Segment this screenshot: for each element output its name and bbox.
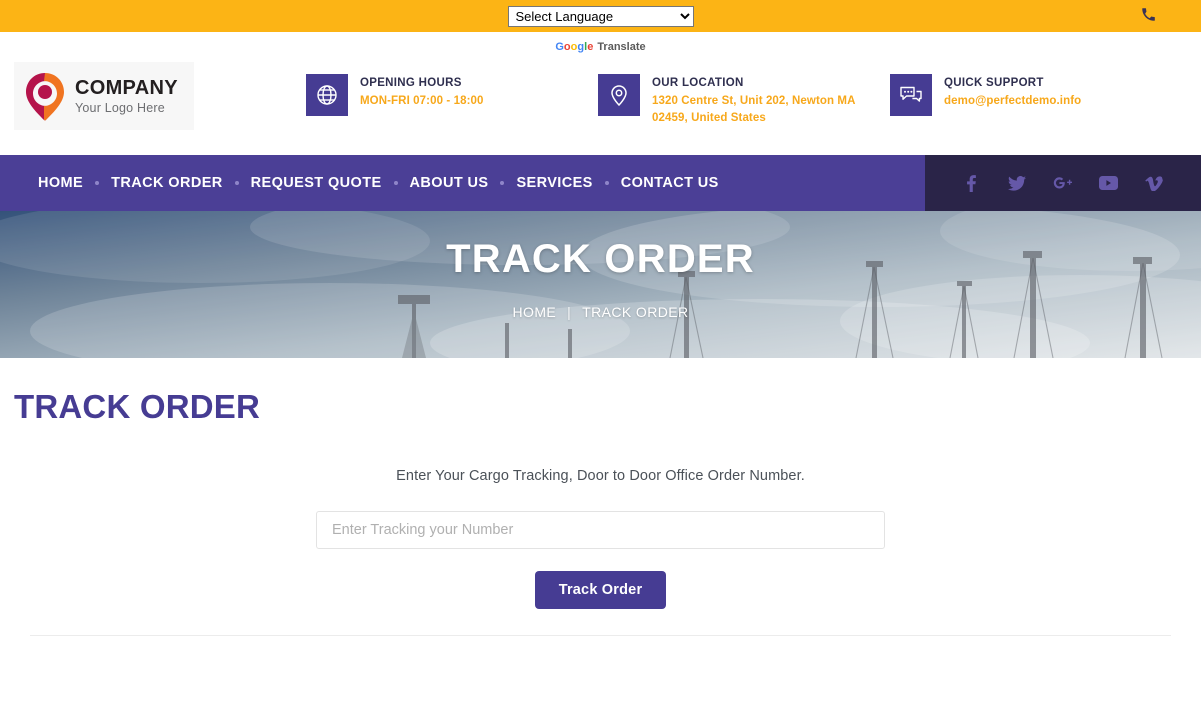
opening-hours-block: OPENING HOURS MON-FRI 07:00 - 18:00: [306, 74, 484, 116]
form-instruction-text: Enter Your Cargo Tracking, Door to Door …: [396, 468, 805, 484]
location-pin-icon: [598, 74, 640, 116]
quick-support-value: demo@perfectdemo.info: [944, 94, 1082, 107]
breadcrumb-separator: |: [567, 304, 572, 320]
site-header: COMPANY Your Logo Here OPENING HOURS MON…: [0, 58, 1201, 155]
our-location-title: OUR LOCATION: [652, 77, 744, 89]
breadcrumb: HOME | TRACK ORDER: [0, 304, 1201, 320]
top-language-bar: Select Language: [0, 0, 1201, 32]
opening-hours-title: OPENING HOURS: [360, 77, 462, 89]
logo-subtitle: Your Logo Here: [75, 100, 165, 115]
quick-support-block: QUICK SUPPORT demo@perfectdemo.info: [890, 74, 1081, 116]
section-divider: [30, 635, 1171, 636]
track-order-button[interactable]: Track Order: [534, 571, 667, 609]
nav-separator-dot: [234, 181, 239, 185]
nav-item-track-order[interactable]: TRACK ORDER: [111, 175, 223, 191]
nav-item-services[interactable]: SERVICES: [516, 175, 592, 191]
breadcrumb-current: TRACK ORDER: [582, 304, 689, 320]
our-location-value: 1320 Centre St, Unit 202, Newton MA 0245…: [652, 94, 856, 124]
facebook-icon[interactable]: [961, 172, 983, 194]
site-logo[interactable]: COMPANY Your Logo Here: [14, 62, 194, 130]
breadcrumb-home[interactable]: HOME: [513, 304, 557, 320]
hero-title: TRACK ORDER: [446, 237, 755, 281]
phone-icon[interactable]: [1141, 7, 1156, 25]
main-content: TRACK ORDER Enter Your Cargo Tracking, D…: [0, 358, 1201, 636]
hero-banner: TRACK ORDER HOME | TRACK ORDER: [0, 211, 1201, 358]
map-pin-logo-icon: [22, 70, 68, 122]
google-plus-icon[interactable]: [1052, 172, 1074, 194]
vimeo-icon[interactable]: [1143, 172, 1165, 194]
nav-separator-dot: [500, 181, 505, 185]
tracking-number-input[interactable]: [316, 511, 885, 549]
nav-separator-dot: [95, 181, 100, 185]
nav-item-about-us[interactable]: ABOUT US: [410, 175, 489, 191]
nav-links: HOME TRACK ORDER REQUEST QUOTE ABOUT US …: [0, 175, 925, 191]
logo-title: COMPANY: [75, 76, 178, 99]
twitter-icon[interactable]: [1006, 172, 1028, 194]
track-order-form: Enter Your Cargo Tracking, Door to Door …: [0, 468, 1201, 609]
globe-icon: [306, 74, 348, 116]
opening-hours-value: MON-FRI 07:00 - 18:00: [360, 94, 484, 107]
nav-item-contact-us[interactable]: CONTACT US: [621, 175, 719, 191]
chat-bubbles-icon: [890, 74, 932, 116]
our-location-block: OUR LOCATION 1320 Centre St, Unit 202, N…: [598, 74, 867, 126]
nav-separator-dot: [604, 181, 609, 185]
nav-item-home[interactable]: HOME: [38, 175, 83, 191]
quick-support-title: QUICK SUPPORT: [944, 77, 1044, 89]
language-select[interactable]: Select Language: [507, 5, 694, 27]
google-wordmark: Google: [555, 41, 594, 53]
page-title: TRACK ORDER: [14, 388, 261, 425]
youtube-icon[interactable]: [1098, 172, 1120, 194]
main-navigation: HOME TRACK ORDER REQUEST QUOTE ABOUT US …: [0, 155, 1201, 211]
translate-label: Translate: [597, 41, 646, 53]
social-links: [925, 155, 1201, 211]
nav-item-request-quote[interactable]: REQUEST QUOTE: [251, 175, 382, 191]
google-translate-attribution: Google Translate: [0, 32, 1201, 58]
nav-separator-dot: [393, 181, 398, 185]
